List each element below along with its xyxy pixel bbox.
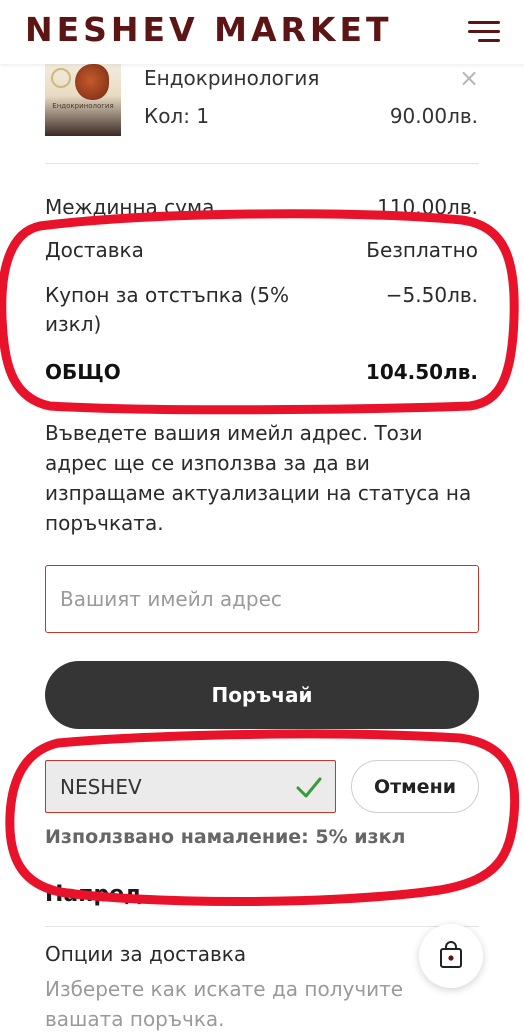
- email-info-text: Въведете вашия имейл адрес. Този адрес щ…: [45, 421, 472, 535]
- cart-item-quantity: Кол: 1: [144, 104, 210, 128]
- email-input[interactable]: [45, 565, 479, 633]
- check-icon: [296, 777, 322, 798]
- delivery-options-title[interactable]: Опции за доставка: [45, 942, 246, 966]
- divider: [45, 926, 479, 927]
- total-value: 104.50лв.: [365, 360, 478, 384]
- coupon-applied-note: Използвано намаление: 5% изкл: [45, 826, 406, 848]
- cart-item-price: 90.00лв.: [389, 104, 478, 128]
- coupon-code-value: NESHEV: [60, 775, 142, 799]
- hamburger-menu-icon[interactable]: [468, 19, 500, 43]
- brand-logo[interactable]: NESHEV MARKET: [25, 10, 393, 49]
- shopping-bag-icon: [440, 941, 462, 968]
- next-section-title: Напред: [45, 882, 142, 907]
- subtotal-label: Междинна сума: [45, 195, 215, 219]
- cart-button[interactable]: [419, 924, 483, 988]
- cancel-coupon-button[interactable]: Отмени: [351, 760, 479, 813]
- coupon-code-field[interactable]: NESHEV: [45, 760, 336, 813]
- order-button[interactable]: Поръчай: [45, 661, 479, 729]
- site-header: NESHEV MARKET: [0, 0, 524, 64]
- coupon-discount-label: Купон за отстъпка (5% изкл): [45, 283, 289, 336]
- coupon-discount-value: −5.50лв.: [385, 283, 478, 307]
- subtotal-value: 110.00лв.: [377, 195, 478, 219]
- total-label: ОБЩО: [45, 360, 121, 384]
- delivery-options-subtitle: Изберете как искате да получите вашата п…: [45, 977, 404, 1031]
- shipping-value: Безплатно: [366, 238, 478, 262]
- product-thumbnail: Ендокринология: [45, 62, 121, 136]
- shipping-label: Доставка: [45, 238, 144, 262]
- remove-item-icon[interactable]: ×: [459, 64, 479, 92]
- cart-item-title: Ендокринология: [144, 66, 320, 90]
- divider: [45, 163, 479, 164]
